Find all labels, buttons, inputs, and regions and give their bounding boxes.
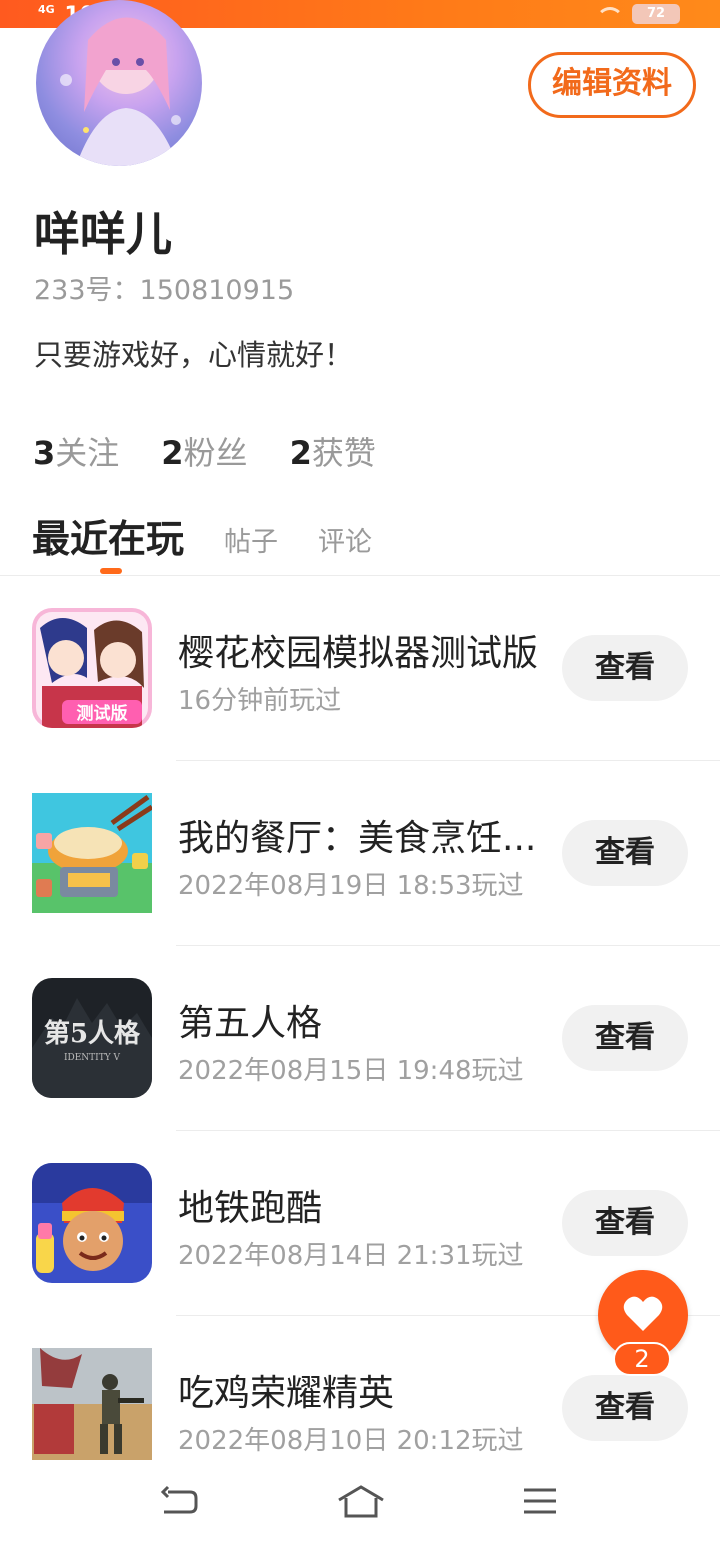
status-right: 72 [594, 4, 680, 24]
menu-icon[interactable] [520, 1484, 560, 1518]
list-item[interactable]: 我的餐厅：美食烹饪... 2022年08月19日 18:53玩过 查看 [0, 761, 720, 946]
last-played: 2022年08月19日 18:53玩过 [178, 871, 524, 901]
game-name: 地铁跑酷 [178, 1188, 323, 1229]
restaurant-icon[interactable] [32, 793, 152, 913]
game-name: 吃鸡荣耀精英 [178, 1373, 395, 1414]
bio: 只要游戏好，心情就好！ [34, 338, 354, 372]
heart-icon [623, 1296, 663, 1331]
game-name: 我的餐厅：美食烹饪... [178, 818, 537, 859]
stat-label: 粉丝 [183, 434, 248, 472]
last-played: 2022年08月10日 20:12玩过 [178, 1426, 524, 1456]
view-button[interactable]: 查看 [562, 635, 688, 701]
home-icon[interactable] [336, 1484, 386, 1520]
icon-caption: 第5人格 [44, 1018, 141, 1049]
stat-following[interactable]: 3关注 [33, 428, 119, 474]
list-item[interactable]: 测试版 樱花校园模拟器测试版 16分钟前玩过 查看 [0, 576, 720, 761]
avatar-image [60, 17, 181, 166]
view-button[interactable]: 查看 [562, 1005, 688, 1071]
view-button[interactable]: 查看 [562, 1190, 688, 1256]
svg-text:IDENTITY V: IDENTITY V [64, 1053, 121, 1063]
tab-recently-played[interactable]: 最近在玩 [32, 508, 185, 574]
game-name: 樱花校园模拟器测试版 [178, 633, 538, 674]
stat-count: 3 [33, 434, 56, 472]
network-indicator: 4G [38, 3, 55, 16]
tab-comments[interactable]: 评论 [318, 520, 372, 563]
edit-profile-button[interactable]: 编辑资料 [528, 52, 696, 118]
last-played: 2022年08月14日 21:31玩过 [178, 1241, 524, 1271]
avatar[interactable] [36, 0, 202, 166]
stat-count: 2 [289, 434, 312, 472]
game-name: 第五人格 [178, 1003, 323, 1044]
wifi-icon [594, 5, 624, 23]
stat-fans[interactable]: 2粉丝 [161, 428, 247, 474]
subway-surfers-icon[interactable] [32, 1163, 152, 1283]
stats-row: 3关注 2粉丝 2获赞 [33, 428, 376, 474]
pubg-icon[interactable] [32, 1348, 152, 1460]
system-nav-bar [0, 1460, 720, 1544]
last-played: 2022年08月15日 19:48玩过 [178, 1056, 524, 1086]
user-id: 233号：150810915 [34, 275, 295, 306]
tab-indicator [100, 568, 122, 574]
icon-caption: 测试版 [77, 703, 128, 724]
back-icon[interactable] [160, 1484, 200, 1518]
view-button[interactable]: 查看 [562, 1375, 688, 1441]
stat-label: 获赞 [311, 434, 376, 472]
sakura-school-icon[interactable]: 测试版 [32, 608, 152, 728]
tab-label: 最近在玩 [32, 517, 185, 561]
list-item[interactable]: 第5人格 IDENTITY V 第五人格 2022年08月15日 19:48玩过… [0, 946, 720, 1131]
identity-v-icon[interactable]: 第5人格 IDENTITY V [32, 978, 152, 1098]
last-played: 16分钟前玩过 [178, 686, 342, 716]
like-count-badge: 2 [613, 1342, 671, 1376]
tab-bar: 最近在玩 帖子 评论 [32, 508, 372, 574]
nickname: 咩咩儿 [34, 207, 172, 261]
tab-posts[interactable]: 帖子 [224, 520, 278, 563]
stat-label: 关注 [55, 434, 120, 472]
stat-count: 2 [161, 434, 184, 472]
battery-indicator: 72 [632, 4, 680, 24]
view-button[interactable]: 查看 [562, 820, 688, 886]
game-list: 测试版 樱花校园模拟器测试版 16分钟前玩过 查看 我的餐厅：美食烹饪... 2… [0, 576, 720, 1501]
stat-likes[interactable]: 2获赞 [290, 428, 376, 474]
